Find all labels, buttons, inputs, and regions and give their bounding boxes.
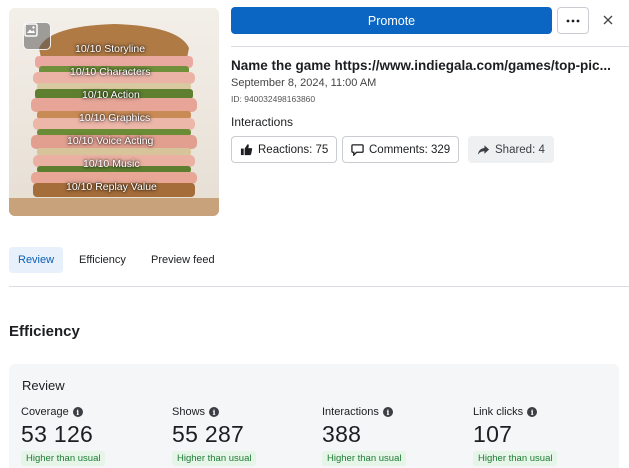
- metric-value: 107: [473, 421, 513, 447]
- comments-button[interactable]: Comments: 329: [342, 136, 460, 163]
- metric-shows: Shows i 55 287 Higher than usual: [172, 406, 257, 466]
- info-icon[interactable]: i: [527, 407, 538, 417]
- thumbnail-line: 10/10 Storyline: [75, 43, 146, 55]
- thumbs-up-icon: [240, 144, 253, 156]
- metric-label: Interactions: [322, 406, 379, 418]
- metric-interactions: Interactions i 388 Higher than usual: [322, 406, 407, 466]
- info-icon[interactable]: i: [72, 407, 83, 417]
- metric-coverage: Coverage i 53 126 Higher than usual: [21, 406, 106, 466]
- close-button[interactable]: [598, 10, 618, 30]
- metric-value: 55 287: [172, 421, 245, 447]
- comment-icon: [351, 144, 364, 156]
- divider: [231, 46, 629, 47]
- status-badge: Higher than usual: [21, 451, 106, 466]
- close-icon: [603, 15, 613, 25]
- review-card: Review Coverage i 53 126 Higher than usu…: [9, 364, 619, 468]
- status-badge: Higher than usual: [322, 451, 407, 466]
- thumbnail-line: 10/10 Characters: [70, 66, 151, 78]
- thumbnail-line: 10/10 Music: [83, 158, 140, 170]
- promote-button[interactable]: Promote: [231, 7, 552, 34]
- metric-value: 388: [322, 421, 362, 447]
- gallery-icon: [23, 22, 51, 50]
- tab-review[interactable]: Review: [9, 247, 64, 273]
- share-arrow-icon: [477, 144, 490, 155]
- metric-label: Coverage: [21, 406, 69, 418]
- metric-link-clicks: Link clicks i 107 Higher than usual: [473, 406, 558, 466]
- post-title: Name the game https://www.indiegala.com/…: [231, 58, 611, 73]
- thumbnail-line: 10/10 Graphics: [79, 112, 151, 124]
- tab-efficiency[interactable]: Efficiency: [79, 247, 126, 273]
- reactions-button[interactable]: Reactions: 75: [231, 136, 338, 163]
- info-icon[interactable]: i: [209, 407, 220, 417]
- section-title: Efficiency: [9, 323, 80, 340]
- status-badge: Higher than usual: [473, 451, 558, 466]
- shared-count: Shared: 4: [495, 143, 545, 156]
- reactions-count: Reactions: 75: [258, 143, 329, 156]
- post-thumbnail[interactable]: 10/10 Storyline 10/10 Characters 10/10 A…: [9, 8, 219, 216]
- tab-preview-feed[interactable]: Preview feed: [151, 247, 215, 273]
- thumbnail-line: 10/10 Voice Acting: [67, 135, 154, 147]
- comments-count: Comments: 329: [369, 143, 451, 156]
- metric-value: 53 126: [21, 421, 94, 447]
- metric-label: Link clicks: [473, 406, 524, 418]
- more-dots-icon: [566, 19, 580, 22]
- thumbnail-line: 10/10 Action: [82, 89, 140, 101]
- divider: [9, 286, 629, 287]
- thumbnail-line: 10/10 Replay Value: [66, 181, 157, 193]
- card-title: Review: [22, 378, 65, 393]
- post-id: ID: 940032498163860: [231, 94, 316, 104]
- status-badge: Higher than usual: [172, 451, 257, 466]
- shared-button[interactable]: Shared: 4: [468, 136, 554, 163]
- more-options-button[interactable]: [557, 7, 589, 34]
- post-date: September 8, 2024, 11:00 AM: [231, 77, 377, 89]
- interactions-heading: Interactions: [231, 115, 294, 129]
- metric-label: Shows: [172, 406, 206, 418]
- info-icon[interactable]: i: [382, 407, 393, 417]
